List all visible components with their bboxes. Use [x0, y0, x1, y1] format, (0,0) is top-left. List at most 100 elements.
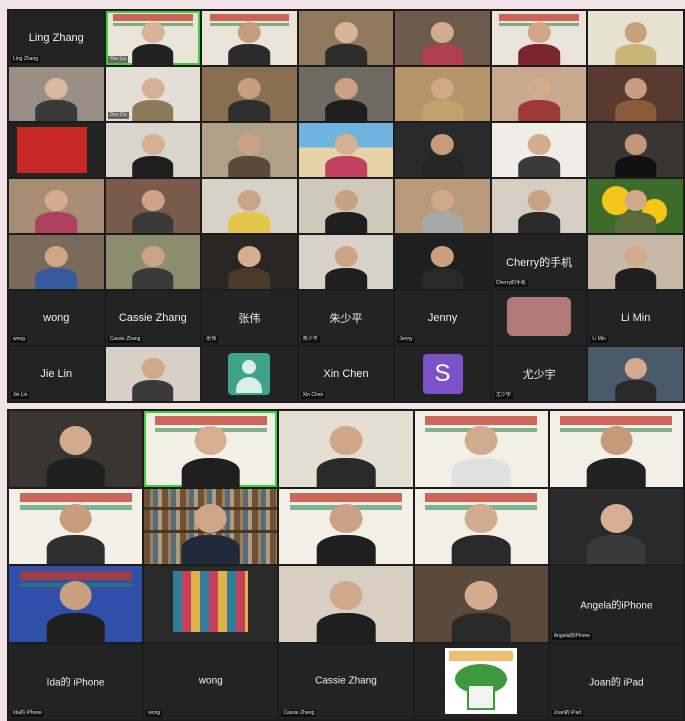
participant-tile[interactable]: Cherry的手机 Cherry的手机	[491, 235, 587, 289]
participant-tile[interactable]	[105, 179, 201, 233]
participant-tile[interactable]	[395, 123, 490, 177]
participant-tile[interactable]	[202, 11, 297, 65]
participant-tile[interactable]	[491, 179, 587, 233]
participant-name: 尤少宇	[522, 369, 556, 381]
participant-tile[interactable]: S	[395, 347, 490, 401]
participant-tile[interactable]	[298, 11, 394, 65]
participant-tile[interactable]	[395, 235, 490, 289]
participant-tile[interactable]	[414, 643, 548, 719]
participant-figure	[614, 77, 657, 121]
participant-tile[interactable]: Angela的iPhone Angela的iPhone	[549, 566, 683, 642]
participant-name-tag: 张伟	[204, 336, 219, 343]
participant-body	[181, 535, 241, 564]
participant-tile[interactable]	[549, 488, 683, 564]
participant-head	[624, 357, 648, 379]
participant-tile[interactable]: Cassie Zhang Cassie Zhang	[279, 643, 413, 719]
participant-tile[interactable]	[395, 67, 490, 121]
participant-tile[interactable]	[202, 123, 297, 177]
participant-head	[334, 77, 358, 99]
participant-tile[interactable]	[202, 235, 297, 289]
participant-tile[interactable]	[549, 411, 683, 487]
participant-tile[interactable]	[298, 179, 394, 233]
participant-tile[interactable]	[298, 235, 394, 289]
participant-tile[interactable]: wong wong	[9, 291, 104, 345]
participant-tile[interactable]	[588, 123, 683, 177]
participant-tile[interactable]	[395, 179, 490, 233]
participant-body	[228, 156, 271, 177]
participant-tile[interactable]: 尤少宇 尤少宇	[491, 347, 587, 401]
participant-figure	[518, 133, 560, 177]
participant-tile[interactable]: Yan Liu	[105, 11, 201, 65]
participant-tile[interactable]	[491, 11, 587, 65]
participant-tile[interactable]	[279, 411, 413, 487]
participant-tile[interactable]: Jenny Jenny	[395, 291, 490, 345]
participant-tile[interactable]	[491, 123, 587, 177]
participant-tile[interactable]	[395, 11, 490, 65]
participant-tile[interactable]	[9, 411, 143, 487]
school-logo-image	[445, 648, 518, 715]
participant-figure	[587, 426, 646, 487]
participant-tile[interactable]	[588, 67, 683, 121]
bottom-gallery-grid: Angela的iPhone Angela的iPhone Ida的 iPhone Ida…	[7, 409, 685, 721]
participant-tile[interactable]	[298, 123, 394, 177]
participant-tile[interactable]: Ling Zhang Ling Zhang	[9, 11, 104, 65]
participant-tile[interactable]: Joan的 iPad Joan的 iPad	[549, 643, 683, 719]
participant-tile[interactable]	[414, 488, 548, 564]
participant-tile[interactable]	[202, 67, 297, 121]
logo-house	[467, 684, 496, 711]
participant-tile[interactable]	[144, 488, 278, 564]
participant-body	[132, 380, 174, 401]
participant-body	[132, 268, 174, 289]
participant-tile[interactable]: Jie Lin Jie Lin	[9, 347, 104, 401]
participant-head	[237, 77, 261, 99]
participant-tile[interactable]	[279, 488, 413, 564]
participant-tile[interactable]: Dan Du	[105, 67, 201, 121]
participant-tile[interactable]	[414, 411, 548, 487]
participant-name-tag: Joan的 iPad	[551, 710, 584, 717]
participant-name: 朱少平	[329, 313, 363, 325]
participant-figure	[325, 77, 367, 121]
participant-tile[interactable]	[9, 488, 143, 564]
participant-body	[614, 380, 657, 401]
participant-figure	[325, 21, 367, 65]
participant-figure	[316, 581, 376, 642]
participant-tile[interactable]	[298, 67, 394, 121]
participant-tile[interactable]	[588, 235, 683, 289]
participant-tile[interactable]: wong wong	[144, 643, 278, 719]
participant-tile[interactable]	[588, 11, 683, 65]
participant-figure	[132, 357, 174, 401]
participant-figure	[421, 245, 464, 289]
participant-tile[interactable]	[9, 566, 143, 642]
participant-body	[421, 268, 464, 289]
participant-figure	[325, 133, 367, 177]
participant-tile[interactable]	[491, 291, 587, 345]
participant-tile[interactable]	[491, 67, 587, 121]
participant-tile[interactable]: Xin Chen Xin Chen	[298, 347, 394, 401]
participant-tile[interactable]: Cassie Zhang Cassie Zhang	[105, 291, 201, 345]
participant-name: Cassie Zhang	[118, 312, 187, 324]
participant-head	[194, 426, 227, 456]
participant-tile[interactable]	[279, 566, 413, 642]
participant-tile[interactable]	[588, 347, 683, 401]
participant-tile[interactable]	[9, 179, 104, 233]
participant-tile[interactable]: Ida的 iPhone Ida的 iPhone	[9, 643, 143, 719]
participant-tile[interactable]	[105, 347, 201, 401]
participant-tile[interactable]	[9, 235, 104, 289]
participant-tile[interactable]: 张伟 张伟	[202, 291, 297, 345]
participant-tile[interactable]	[105, 235, 201, 289]
participant-figure	[587, 503, 646, 564]
participant-name: Cassie Zhang	[315, 675, 377, 687]
participant-body	[325, 44, 367, 65]
participant-tile[interactable]: 朱少平 朱少平	[298, 291, 394, 345]
participant-tile[interactable]: Li Min Li Min	[588, 291, 683, 345]
participant-tile[interactable]	[105, 123, 201, 177]
participant-tile[interactable]	[144, 566, 278, 642]
participant-tile[interactable]	[414, 566, 548, 642]
participant-tile[interactable]	[202, 179, 297, 233]
participant-tile[interactable]	[9, 67, 104, 121]
participant-tile[interactable]	[588, 179, 683, 233]
participant-tile[interactable]	[202, 347, 297, 401]
profile-photo	[506, 297, 572, 337]
participant-tile[interactable]	[9, 123, 104, 177]
participant-tile[interactable]	[144, 411, 278, 487]
